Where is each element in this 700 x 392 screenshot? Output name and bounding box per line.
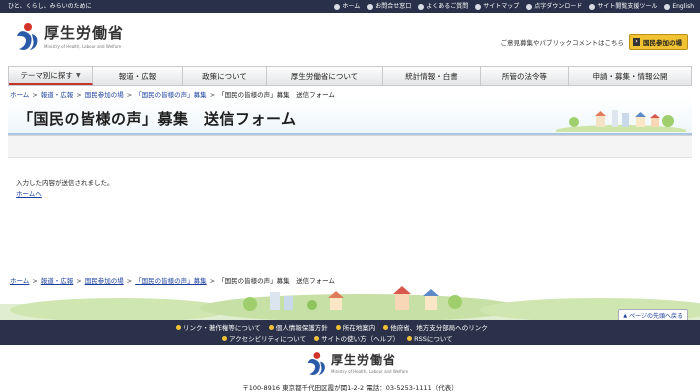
nav-policy[interactable]: 政策について xyxy=(183,67,267,85)
util-link-contact[interactable]: お問合せ窓口 xyxy=(367,0,411,13)
logo-text: 厚生労働省 Ministry of Health, Labour and Wel… xyxy=(44,22,124,49)
home-link[interactable]: ホームへ xyxy=(16,188,42,198)
footer-link-rss[interactable]: RSSについて xyxy=(407,333,453,343)
site-header: 厚生労働省 Ministry of Health, Labour and Wel… xyxy=(0,13,700,63)
footer-logo-subtitle: Ministry of Health, Labour and Welfare xyxy=(331,369,409,374)
footer-links-row-1: リンク・著作権等について 個人情報保護方針 所在地案内 他府省、地方支分部局への… xyxy=(176,322,488,332)
nav-theme-search[interactable]: テーマ別に探す ▼ xyxy=(9,67,93,85)
util-link-home[interactable]: ホーム xyxy=(334,0,360,13)
utility-nav: ホーム お問合せ窓口 よくあるご質問 サイトマップ 点字ダウンロード サイト閲覧… xyxy=(334,0,694,13)
back-to-top-label: ページの先頭へ戻る xyxy=(629,313,683,320)
globe-icon xyxy=(664,3,671,10)
logo-subtitle: Ministry of Health, Labour and Welfare xyxy=(44,44,122,49)
nav-label: 申請・募集・情報公開 xyxy=(592,71,668,81)
chevron-right-icon: › xyxy=(633,38,640,46)
nav-statistics[interactable]: 統計情報・白書 xyxy=(383,67,481,85)
util-link-accessibility-tool[interactable]: サイト閲覧支援ツール xyxy=(589,0,657,13)
top-utility-bar: ひと、くらし、みらいのために ホーム お問合せ窓口 よくあるご質問 サイトマップ… xyxy=(0,0,700,13)
mhlw-logo-icon xyxy=(17,23,38,50)
footer-link-label: RSSについて xyxy=(414,335,453,343)
nav-laws[interactable]: 所管の法令等 xyxy=(481,67,569,85)
town-illustration xyxy=(556,110,686,132)
footer-link-label: 所在地案内 xyxy=(342,324,376,332)
question-icon xyxy=(418,3,425,10)
footer-address: 〒100-8916 東京都千代田区霞が関1-2-2 電話：03-5253-111… xyxy=(242,384,458,392)
footer-link-copyright[interactable]: リンク・著作権等について xyxy=(176,322,261,332)
footer-link-accessibility[interactable]: アクセシビリティについて xyxy=(222,333,306,343)
util-link-sitemap[interactable]: サイトマップ xyxy=(475,0,519,13)
footer-logo-title: 厚生労働省 xyxy=(331,353,397,367)
footer-link-other-ministries[interactable]: 他府省、地方支分部局へのリンク xyxy=(383,322,488,332)
footer-link-label: 他府省、地方支分部局へのリンク xyxy=(390,324,488,332)
public-comment-text: ご意見募集やパブリックコメントはこちら xyxy=(500,39,625,47)
accessibility-icon xyxy=(589,3,596,10)
footer-logo-text: 厚生労働省 Ministry of Health, Labour and Wel… xyxy=(331,351,408,374)
footer-links: リンク・著作権等について 個人情報保護方針 所在地案内 他府省、地方支分部局への… xyxy=(0,320,700,345)
util-link-faq[interactable]: よくあるご質問 xyxy=(418,0,468,13)
footer-link-privacy[interactable]: 個人情報保護方針 xyxy=(268,322,328,332)
footer-link-label: サイトの使い方（ヘルプ） xyxy=(321,335,400,343)
util-link-english[interactable]: English xyxy=(664,0,694,13)
bullet-icon xyxy=(176,324,181,330)
title-band: 「国民の皆様の声」募集 送信フォーム xyxy=(8,98,692,134)
public-participation-button[interactable]: › 国民参加の場 xyxy=(629,34,688,50)
footer-logo: 厚生労働省 Ministry of Health, Labour and Wel… xyxy=(305,351,408,377)
nav-applications[interactable]: 申請・募集・情報公開 xyxy=(569,67,691,85)
footer-link-location[interactable]: 所在地案内 xyxy=(335,322,376,332)
footer-link-label: リンク・著作権等について xyxy=(183,324,261,332)
bullet-icon xyxy=(222,335,227,341)
footer-link-help[interactable]: サイトの使い方（ヘルプ） xyxy=(314,333,399,343)
footer-link-label: 個人情報保護方針 xyxy=(275,324,328,332)
util-link-label: サイト閲覧支援ツール xyxy=(597,3,658,10)
util-link-label: よくあるご質問 xyxy=(426,3,469,10)
logo-title: 厚生労働省 xyxy=(44,24,125,42)
main-content: 入力した内容が送信されました。 ホームへ xyxy=(8,135,692,262)
global-nav: テーマ別に探す ▼ 報道・広報 政策について 厚生労働省について 統計情報・白書 … xyxy=(8,66,692,86)
bullet-icon xyxy=(268,324,274,330)
nav-about-ministry[interactable]: 厚生労働省について xyxy=(267,67,383,85)
nav-label: 報道・広報 xyxy=(118,71,157,81)
public-participation-label: 国民参加の場 xyxy=(643,39,682,47)
util-link-label: ホーム xyxy=(342,3,361,10)
util-link-label: English xyxy=(672,3,694,10)
public-comment-area: ご意見募集やパブリックコメントはこちら › 国民参加の場 xyxy=(500,34,688,50)
footer-town-illustration xyxy=(0,286,700,320)
nav-label: 統計情報・白書 xyxy=(405,71,458,81)
nav-press[interactable]: 報道・広報 xyxy=(93,67,183,85)
site-tagline: ひと、くらし、みらいのために xyxy=(8,3,92,10)
bullet-icon xyxy=(383,324,389,330)
bullet-icon xyxy=(335,324,341,330)
page-title: 「国民の皆様の声」募集 送信フォーム xyxy=(18,110,297,128)
util-link-label: 点字ダウンロード xyxy=(534,3,583,10)
mhlw-logo-icon xyxy=(307,352,325,375)
nav-label: 厚生労働省について xyxy=(290,71,359,81)
nav-label: 所管の法令等 xyxy=(502,71,547,81)
util-link-label: サイトマップ xyxy=(483,3,520,10)
nav-label: テーマ別に探す xyxy=(20,70,73,80)
footer-links-row-2: アクセシビリティについて サイトの使い方（ヘルプ） RSSについて xyxy=(222,333,453,343)
arrow-up-icon: ▲ xyxy=(623,312,628,319)
nav-label: 政策について xyxy=(202,71,247,81)
site-logo[interactable]: 厚生労働省 Ministry of Health, Labour and Wel… xyxy=(14,22,124,52)
util-link-label: お問合せ窓口 xyxy=(375,3,412,10)
content-header-band xyxy=(8,136,692,158)
bullet-icon xyxy=(314,335,320,341)
footer-link-label: アクセシビリティについて xyxy=(229,335,307,343)
home-icon xyxy=(334,3,341,10)
submission-message: 入力した内容が送信されました。 xyxy=(16,179,114,187)
bullet-icon xyxy=(407,335,413,341)
site-footer: 厚生労働省 Ministry of Health, Labour and Wel… xyxy=(0,345,700,392)
sitemap-icon xyxy=(475,3,482,10)
chevron-down-icon: ▼ xyxy=(75,71,81,79)
util-link-braille[interactable]: 点字ダウンロード xyxy=(526,0,582,13)
mail-icon xyxy=(367,3,374,10)
braille-icon xyxy=(526,3,533,10)
